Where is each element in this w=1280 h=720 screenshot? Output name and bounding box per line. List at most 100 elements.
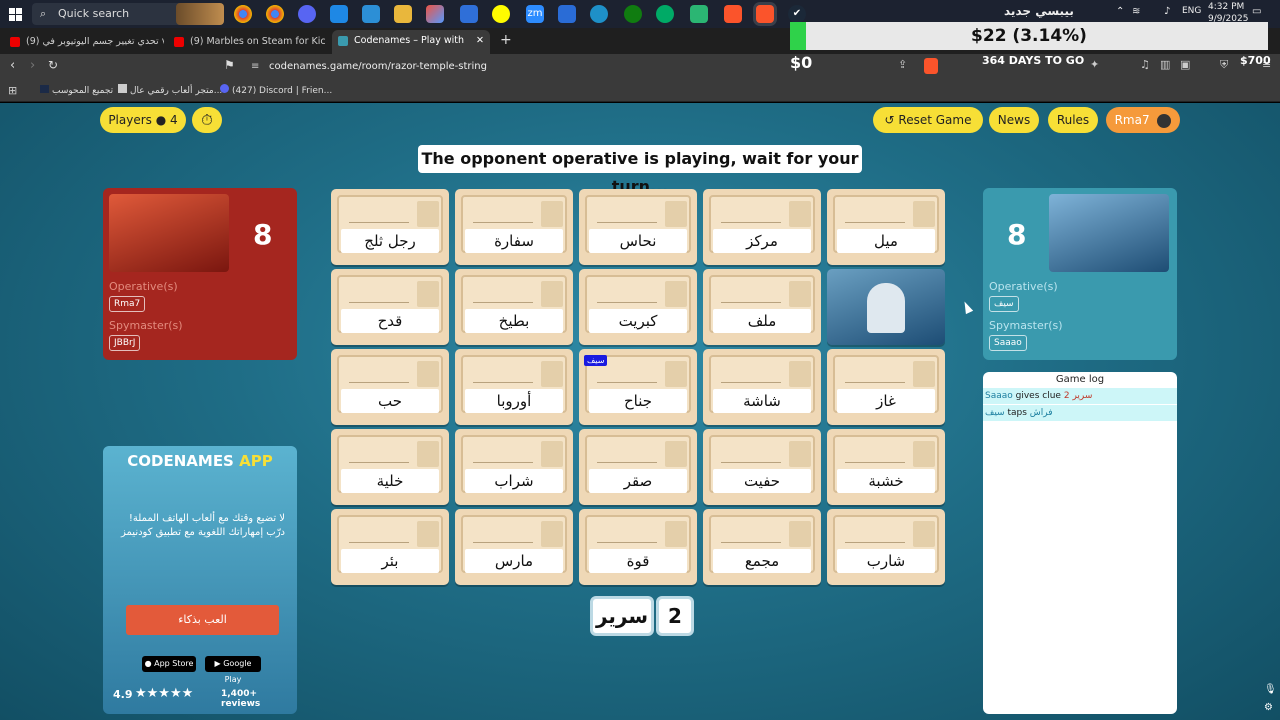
sidebar-icon[interactable]: ▥ — [1160, 58, 1170, 71]
remote-desktop-icon[interactable] — [362, 5, 380, 23]
app-store-button[interactable]: ● App Store — [142, 656, 196, 672]
chrome-profile-icon[interactable] — [266, 5, 284, 23]
card-word: كبريت — [589, 309, 687, 333]
forward-icon[interactable]: › — [30, 58, 35, 73]
card-word: خشبة — [837, 469, 935, 493]
tab-youtube-2[interactable]: (9) Marbles on Steam for Kick Stream — [168, 31, 326, 53]
tab-youtube-1[interactable]: (9) تحدي تغيير جسم اليوتيوبر في vwar — [4, 31, 164, 53]
word-card[interactable]: ميل — [827, 189, 945, 265]
language-indicator[interactable]: ENG — [1182, 6, 1201, 16]
word-card[interactable]: قوة — [579, 509, 697, 585]
brave-shield-icon[interactable] — [924, 58, 938, 74]
card-silhouette-icon — [417, 521, 439, 547]
gaming-app-icon[interactable] — [656, 5, 674, 23]
store-icon[interactable] — [460, 5, 478, 23]
new-tab-icon[interactable]: + — [500, 32, 512, 48]
word-card[interactable]: كبريت — [579, 269, 697, 345]
word-card[interactable]: سفارة — [455, 189, 573, 265]
word-card[interactable]: مجمع — [703, 509, 821, 585]
word-card[interactable]: جناح سيف — [579, 349, 697, 425]
extensions-icon[interactable]: ✦ — [1090, 58, 1099, 71]
card-silhouette-icon — [789, 361, 811, 387]
word-card[interactable]: خلية — [331, 429, 449, 505]
ad-cta-button[interactable]: العب بذكاء — [126, 605, 279, 635]
bookmark-item-1[interactable]: تجميع المحوسب — [40, 84, 113, 98]
taskbar-weather-widget[interactable] — [176, 3, 224, 25]
ad-title: CODENAMES APP — [127, 452, 273, 470]
word-card[interactable]: رجل ثلج — [331, 189, 449, 265]
card-word: مركز — [713, 229, 811, 253]
chrome-icon[interactable] — [234, 5, 252, 23]
blue-operatives-label: Operative(s) — [989, 280, 1058, 293]
tab-codenames[interactable]: Codenames – Play with your Friends ✕ — [332, 30, 490, 54]
microphone-icon[interactable]: 🎙 — [1264, 684, 1277, 695]
word-card[interactable]: صقر — [579, 429, 697, 505]
wallet-icon[interactable]: ▣ — [1180, 58, 1190, 71]
site-info-icon[interactable]: ≡ — [251, 58, 259, 76]
file-explorer-icon[interactable] — [394, 5, 412, 23]
bookmark-item-2[interactable]: متجر ألعاب رقمي عال... — [118, 84, 222, 98]
timer-button[interactable]: ⏱ — [192, 107, 222, 133]
word-card[interactable]: غاز — [827, 349, 945, 425]
close-tab-icon[interactable]: ✕ — [476, 30, 484, 52]
edge-icon[interactable] — [330, 5, 348, 23]
word-card[interactable]: خشبة — [827, 429, 945, 505]
reset-game-button[interactable]: ↺ Reset Game — [873, 107, 983, 133]
zoom-icon[interactable]: zm — [526, 5, 544, 23]
news-button[interactable]: News — [989, 107, 1039, 133]
vpn-icon[interactable] — [590, 5, 608, 23]
settings-icon[interactable]: ⚙ — [1264, 702, 1273, 713]
brave-icon[interactable] — [724, 5, 742, 23]
word-card[interactable]: بئر — [331, 509, 449, 585]
terminal-icon[interactable] — [690, 5, 708, 23]
red-operative-chip[interactable]: Rma7 — [109, 296, 146, 312]
vpn-shield-icon[interactable]: ⛨ — [1220, 58, 1228, 72]
card-word: أوروبا — [465, 389, 563, 413]
word-card[interactable]: مركز — [703, 189, 821, 265]
word-card[interactable]: ملف — [703, 269, 821, 345]
word-card[interactable]: حفيت — [703, 429, 821, 505]
steam-icon[interactable]: ✔ — [788, 5, 806, 23]
star-icon: ★★★★★ — [135, 686, 194, 701]
rules-button[interactable]: Rules — [1048, 107, 1098, 133]
msi-icon[interactable] — [426, 5, 444, 23]
apps-grid-icon[interactable]: ⊞ — [8, 84, 17, 97]
blue-operative-chip[interactable]: سيف — [989, 296, 1019, 312]
word-card[interactable]: شراب — [455, 429, 573, 505]
players-button[interactable]: Players ● 4 — [100, 107, 186, 133]
brave-active-icon[interactable] — [756, 5, 774, 23]
word-card[interactable]: قدح — [331, 269, 449, 345]
word-card[interactable] — [827, 269, 945, 345]
blue-spymaster-chip[interactable]: Saaao — [989, 335, 1027, 351]
windows-start-icon[interactable] — [9, 8, 22, 21]
bookmark-icon[interactable]: ⚑ — [224, 58, 235, 72]
clock-time[interactable]: 4:32 PM — [1208, 2, 1244, 12]
notification-icon[interactable]: ▭ — [1252, 6, 1261, 17]
share-icon[interactable]: ⇪ — [898, 58, 907, 71]
back-icon[interactable]: ‹ — [10, 58, 15, 73]
chart-app-icon[interactable] — [558, 5, 576, 23]
stock-days-left: 364 DAYS TO GO — [982, 54, 1085, 67]
app-ad[interactable]: CODENAMES APP لا تضيع وقتك مع ألعاب الها… — [103, 446, 297, 714]
card-word: جناح — [589, 389, 687, 413]
word-card[interactable]: أوروبا — [455, 349, 573, 425]
news-headline[interactable]: بيبسي جديد — [1004, 4, 1074, 18]
bookmark-item-3[interactable]: (427) Discord | Frien... — [220, 84, 332, 98]
word-card[interactable]: شارب — [827, 509, 945, 585]
url-field[interactable]: ≡ codenames.game/room/razor-temple-strin… — [245, 58, 785, 76]
reload-icon[interactable]: ↻ — [48, 58, 58, 72]
user-menu-button[interactable]: Rma7 — [1106, 107, 1180, 133]
volume-icon[interactable]: ♪ — [1164, 6, 1170, 17]
tray-chevron-icon[interactable]: ⌃ — [1116, 6, 1124, 17]
word-card[interactable]: بطيخ — [455, 269, 573, 345]
google-play-button[interactable]: ▶ Google Play — [205, 656, 261, 684]
word-card[interactable]: مارس — [455, 509, 573, 585]
word-card[interactable]: نحاس — [579, 189, 697, 265]
media-icon[interactable]: ♫ — [1140, 58, 1150, 71]
word-card[interactable]: شاشة — [703, 349, 821, 425]
discord-icon[interactable] — [298, 5, 316, 23]
word-card[interactable]: حب — [331, 349, 449, 425]
snapchat-icon[interactable] — [492, 5, 510, 23]
xbox-icon[interactable] — [624, 5, 642, 23]
red-spymaster-chip[interactable]: JBBrJ — [109, 335, 141, 351]
